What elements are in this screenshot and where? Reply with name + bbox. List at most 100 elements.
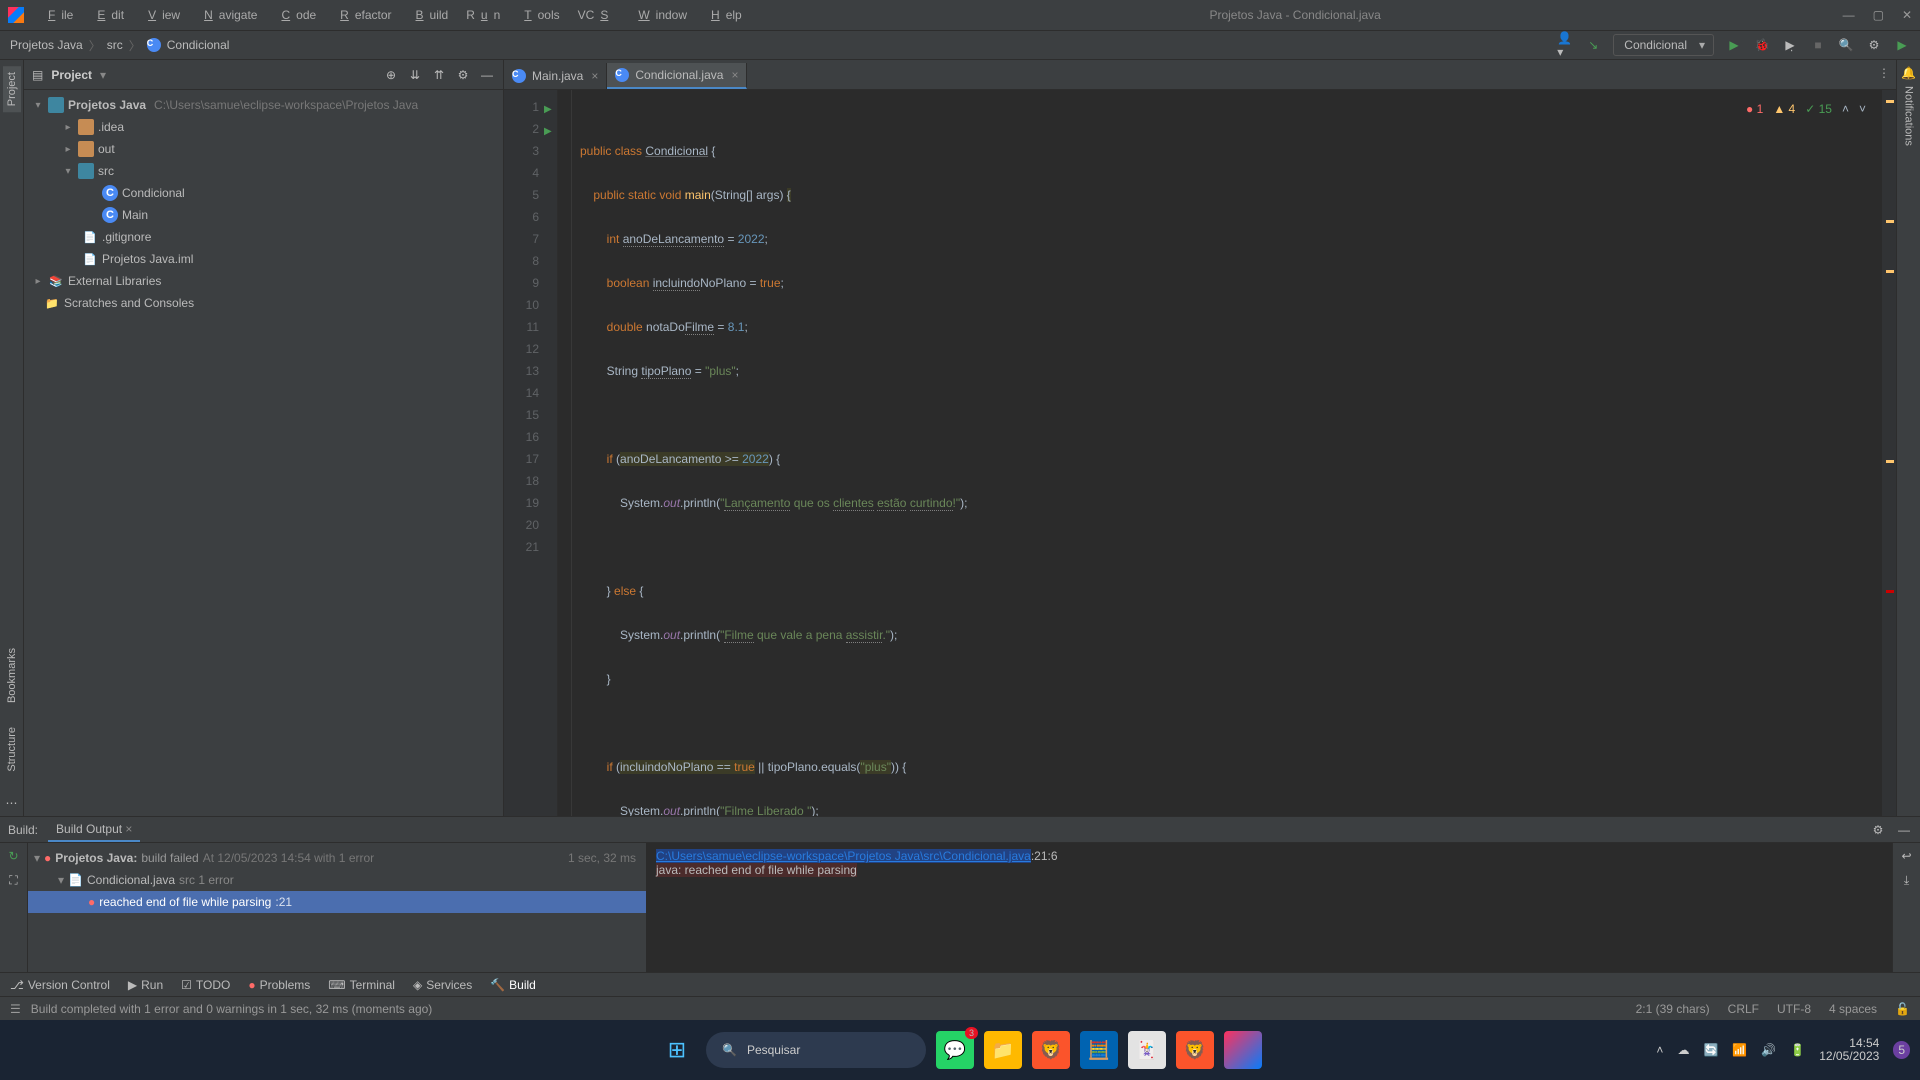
gear-icon[interactable]: ⚙ xyxy=(1870,822,1886,838)
sync-icon[interactable]: 🔄 xyxy=(1703,1043,1718,1057)
collapse-all-icon[interactable]: ⇈ xyxy=(431,67,447,83)
prev-error-icon[interactable]: ˄ xyxy=(1842,98,1849,120)
readonly-icon[interactable]: 🔓 xyxy=(1895,1002,1910,1016)
build-output-tab[interactable]: Build Output × xyxy=(48,818,140,842)
menu-build[interactable]: Build xyxy=(404,4,455,26)
code-content[interactable]: ● 1 ▲ 4 ✓ 15 ˄ ˅ public class Condiciona… xyxy=(572,90,1882,816)
tab-notifications[interactable]: Notifications xyxy=(1900,80,1918,152)
calculator-icon[interactable]: 🧮 xyxy=(1080,1031,1118,1069)
tool-todo[interactable]: ☑ TODO xyxy=(181,978,230,992)
maximize-icon[interactable]: ▢ xyxy=(1873,8,1884,22)
tree-scratch[interactable]: 📁Scratches and Consoles xyxy=(24,292,503,314)
battery-icon[interactable]: 🔋 xyxy=(1790,1043,1805,1057)
crumb-root[interactable]: Projetos Java xyxy=(10,38,83,52)
volume-icon[interactable]: 🔊 xyxy=(1761,1043,1776,1057)
project-view-icon[interactable]: ▤ xyxy=(32,68,43,82)
brave-icon[interactable]: 🦁 xyxy=(1032,1031,1070,1069)
inspection-widget[interactable]: ● 1 ▲ 4 ✓ 15 ˄ ˅ xyxy=(1740,96,1872,122)
hide-icon[interactable]: — xyxy=(1896,822,1912,838)
tab-main-java[interactable]: CMain.java× xyxy=(504,63,607,89)
build-file[interactable]: ▾📄 Condicional.java src 1 error xyxy=(28,869,646,891)
menu-window[interactable]: Window xyxy=(626,4,693,26)
add-config-icon[interactable]: 👤▾ xyxy=(1557,37,1573,53)
code-editor[interactable]: 123456789101112131415161718192021 ● 1 ▲ … xyxy=(504,90,1896,816)
taskbar-search[interactable]: 🔍 Pesquisar xyxy=(706,1032,926,1068)
tool-build[interactable]: 🔨 Build xyxy=(490,978,536,992)
encoding[interactable]: UTF-8 xyxy=(1777,1002,1811,1016)
tree-gitignore[interactable]: 📄.gitignore xyxy=(24,226,503,248)
build-tree[interactable]: ▾● Projetos Java: build failed At 12/05/… xyxy=(28,843,646,972)
crumb-src[interactable]: src xyxy=(107,38,123,52)
search-icon[interactable]: 🔍 xyxy=(1838,37,1854,53)
line-sep[interactable]: CRLF xyxy=(1728,1002,1759,1016)
tab-structure[interactable]: Structure xyxy=(3,721,21,778)
start-icon[interactable]: ⊞ xyxy=(658,1031,696,1069)
chevron-down-icon[interactable]: ▾ xyxy=(100,68,106,82)
tabs-menu-icon[interactable]: ⋮ xyxy=(1878,66,1890,80)
tree-condicional[interactable]: CCondicional xyxy=(24,182,503,204)
chevron-up-icon[interactable]: ˄ xyxy=(1656,1043,1663,1057)
hide-icon[interactable]: — xyxy=(479,67,495,83)
tree-libs[interactable]: ▸📚External Libraries xyxy=(24,270,503,292)
build-root[interactable]: ▾● Projetos Java: build failed At 12/05/… xyxy=(28,847,646,869)
menu-view[interactable]: View xyxy=(136,4,186,26)
more-run-icon[interactable]: ▶ xyxy=(1894,37,1910,53)
explorer-icon[interactable]: 📁 xyxy=(984,1031,1022,1069)
menu-refactor[interactable]: Refactor xyxy=(328,4,397,26)
tool-services[interactable]: ◈ Services xyxy=(413,978,472,992)
build-hammer-icon[interactable]: ↘ xyxy=(1585,37,1601,53)
close-icon[interactable]: × xyxy=(591,69,598,83)
menu-tools[interactable]: Tools xyxy=(512,4,565,26)
coverage-icon[interactable]: ▶̣ xyxy=(1782,37,1798,53)
tree-idea[interactable]: ▸.idea xyxy=(24,116,503,138)
whatsapp-icon[interactable]: 💬3 xyxy=(936,1031,974,1069)
target-icon[interactable]: ⊕ xyxy=(383,67,399,83)
scroll-end-icon[interactable]: ⤓ xyxy=(1904,873,1909,888)
soft-wrap-icon[interactable]: ↩ xyxy=(1901,849,1911,863)
error-file-link[interactable]: C:\Users\samue\eclipse-workspace\Projeto… xyxy=(656,849,1031,863)
tool-problems[interactable]: ● Problems xyxy=(248,978,310,992)
menu-code[interactable]: Code xyxy=(269,4,322,26)
onedrive-icon[interactable]: ☁ xyxy=(1677,1043,1689,1057)
expand-all-icon[interactable]: ⇊ xyxy=(407,67,423,83)
menu-edit[interactable]: Edit xyxy=(85,4,130,26)
build-output[interactable]: C:\Users\samue\eclipse-workspace\Projeto… xyxy=(646,843,1892,972)
tool-run[interactable]: ▶ Run xyxy=(128,978,163,992)
minimize-icon[interactable]: — xyxy=(1843,8,1855,22)
fold-strip[interactable] xyxy=(558,90,572,816)
brave2-icon[interactable]: 🦁 xyxy=(1176,1031,1214,1069)
tree-root[interactable]: ▾ Projetos Java C:\Users\samue\eclipse-w… xyxy=(24,94,503,116)
tab-project[interactable]: Project xyxy=(3,66,21,112)
gear-icon[interactable]: ⚙ xyxy=(455,67,471,83)
tree-iml[interactable]: 📄Projetos Java.iml xyxy=(24,248,503,270)
close-icon[interactable]: ✕ xyxy=(1902,8,1912,22)
project-tree[interactable]: ▾ Projetos Java C:\Users\samue\eclipse-w… xyxy=(24,90,503,816)
tab-condicional-java[interactable]: CCondicional.java× xyxy=(607,63,747,89)
close-icon[interactable]: × xyxy=(731,68,738,82)
clock[interactable]: 14:5412/05/2023 xyxy=(1819,1037,1879,1063)
menu-vcs[interactable]: VCS xyxy=(572,4,621,26)
more-tools-icon[interactable]: ⋯ xyxy=(0,790,24,816)
menu-run[interactable]: Run xyxy=(460,4,506,26)
tool-terminal[interactable]: ⌨ Terminal xyxy=(328,978,395,992)
tab-bookmarks[interactable]: Bookmarks xyxy=(3,642,21,709)
notif-badge-icon[interactable]: 5 xyxy=(1893,1041,1910,1059)
rerun-icon[interactable]: ↻ xyxy=(8,849,18,863)
notifications-icon[interactable]: 🔔 xyxy=(1901,66,1916,80)
intellij-icon[interactable] xyxy=(1224,1031,1262,1069)
wifi-icon[interactable]: 📶 xyxy=(1732,1043,1747,1057)
run-icon[interactable]: ▶ xyxy=(1726,37,1742,53)
menu-help[interactable]: Help xyxy=(699,4,748,26)
cards-icon[interactable]: 🃏 xyxy=(1128,1031,1166,1069)
next-error-icon[interactable]: ˅ xyxy=(1859,98,1866,120)
close-icon[interactable]: × xyxy=(125,822,132,836)
run-config-select[interactable]: Condicional xyxy=(1613,34,1714,56)
tree-src[interactable]: ▾src xyxy=(24,160,503,182)
events-icon[interactable]: ☰ xyxy=(10,1002,21,1016)
stop-icon[interactable]: ■ xyxy=(1810,37,1826,53)
crumb-file[interactable]: Condicional xyxy=(167,38,230,52)
gutter[interactable]: 123456789101112131415161718192021 xyxy=(504,90,558,816)
build-error-leaf[interactable]: ● reached end of file while parsing :21 xyxy=(28,891,646,913)
indent[interactable]: 4 spaces xyxy=(1829,1002,1877,1016)
system-tray[interactable]: ˄ ☁ 🔄 📶 🔊 🔋 14:5412/05/2023 5 xyxy=(1656,1037,1910,1063)
